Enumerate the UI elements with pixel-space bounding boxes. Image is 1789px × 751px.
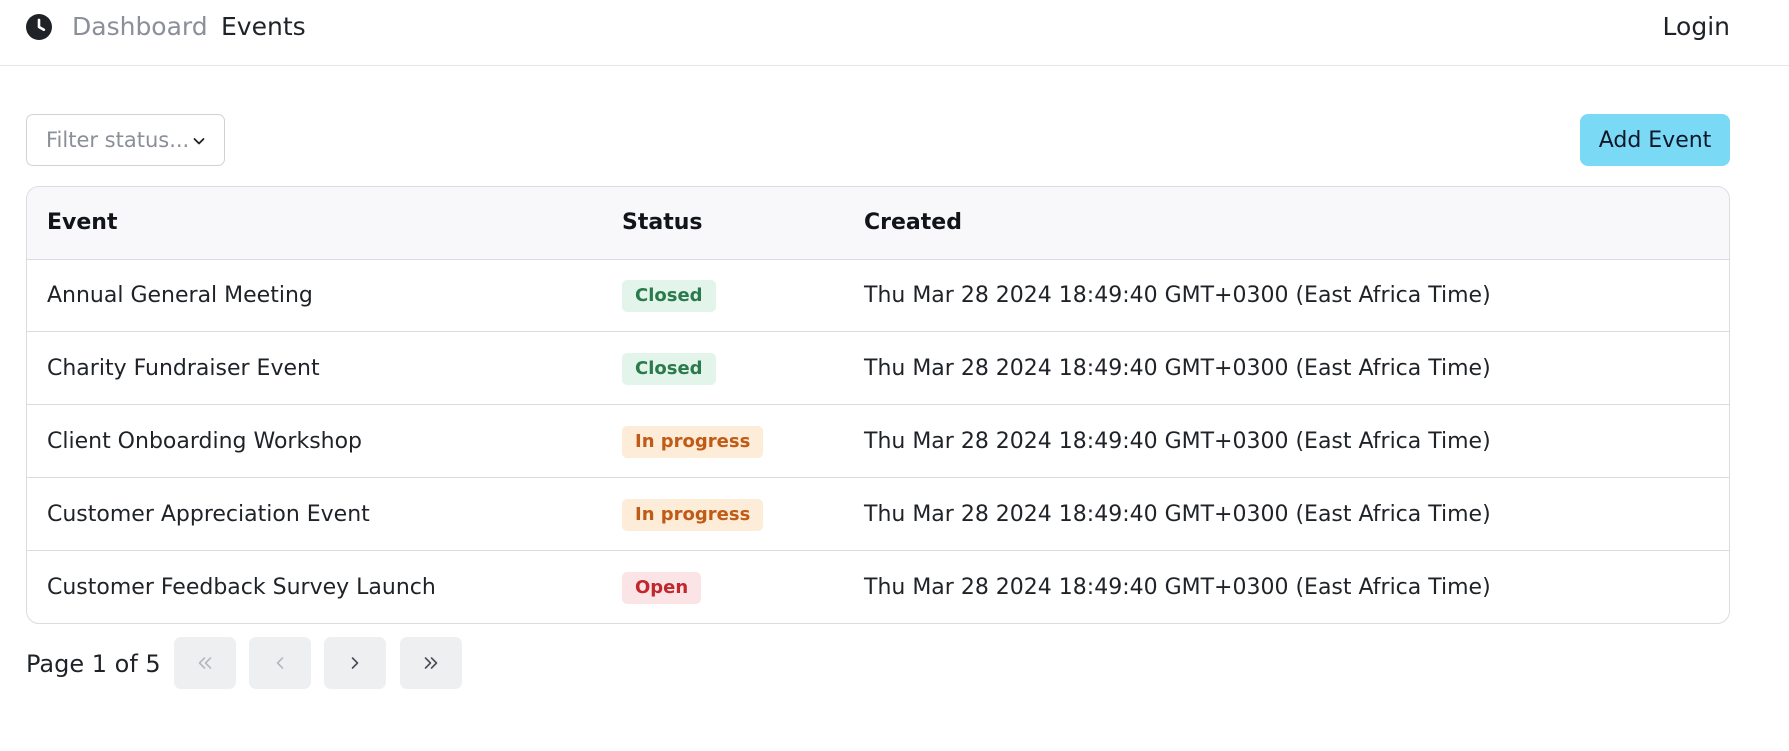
status-badge: In progress [622, 499, 764, 531]
status-badge: Closed [622, 280, 716, 312]
created-date: Thu Mar 28 2024 18:49:40 GMT+0300 (East … [864, 356, 1491, 381]
status-filter-select[interactable]: Filter status... [26, 114, 225, 166]
chevron-right-icon [351, 657, 359, 669]
page-indicator: Page 1 of 5 [26, 650, 161, 678]
table-row[interactable]: Charity Fundraiser Event Closed Thu Mar … [27, 333, 1729, 405]
first-page-button[interactable] [174, 637, 236, 689]
clock-icon[interactable] [26, 14, 52, 40]
table-row[interactable]: Annual General Meeting Closed Thu Mar 28… [27, 260, 1729, 332]
created-date: Thu Mar 28 2024 18:49:40 GMT+0300 (East … [864, 575, 1491, 600]
table-row[interactable]: Customer Appreciation Event In progress … [27, 479, 1729, 551]
login-link[interactable]: Login [1663, 10, 1730, 44]
nav-events-link[interactable]: Events [221, 10, 306, 44]
created-date: Thu Mar 28 2024 18:49:40 GMT+0300 (East … [864, 429, 1491, 454]
previous-page-button[interactable] [249, 637, 311, 689]
table-row[interactable]: Customer Feedback Survey Launch Open Thu… [27, 552, 1729, 623]
chevrons-left-icon [198, 657, 212, 669]
event-name: Charity Fundraiser Event [47, 356, 320, 381]
event-name: Client Onboarding Workshop [47, 429, 363, 454]
header-status[interactable]: Status [622, 209, 702, 237]
table-header: Event Status Created [27, 187, 1729, 260]
status-badge: Closed [622, 353, 716, 385]
created-date: Thu Mar 28 2024 18:49:40 GMT+0300 (East … [864, 283, 1491, 308]
filter-placeholder: Filter status... [46, 128, 190, 152]
event-name: Annual General Meeting [47, 283, 313, 308]
table-row[interactable]: Client Onboarding Workshop In progress T… [27, 406, 1729, 478]
top-navbar: Dashboard Events Login [0, 0, 1789, 66]
event-name: Customer Feedback Survey Launch [47, 575, 436, 600]
status-badge: In progress [622, 426, 764, 458]
chevrons-right-icon [424, 657, 438, 669]
created-date: Thu Mar 28 2024 18:49:40 GMT+0300 (East … [864, 502, 1491, 527]
last-page-button[interactable] [400, 637, 462, 689]
chevron-left-icon [276, 657, 284, 669]
add-event-button[interactable]: Add Event [1580, 114, 1730, 166]
chevron-down-icon [193, 138, 205, 145]
next-page-button[interactable] [324, 637, 386, 689]
status-badge: Open [622, 572, 702, 604]
events-table: Event Status Created Annual General Meet… [26, 186, 1730, 624]
nav-dashboard-link[interactable]: Dashboard [72, 10, 208, 44]
header-event[interactable]: Event [47, 209, 117, 237]
event-name: Customer Appreciation Event [47, 502, 370, 527]
header-created[interactable]: Created [864, 209, 962, 237]
